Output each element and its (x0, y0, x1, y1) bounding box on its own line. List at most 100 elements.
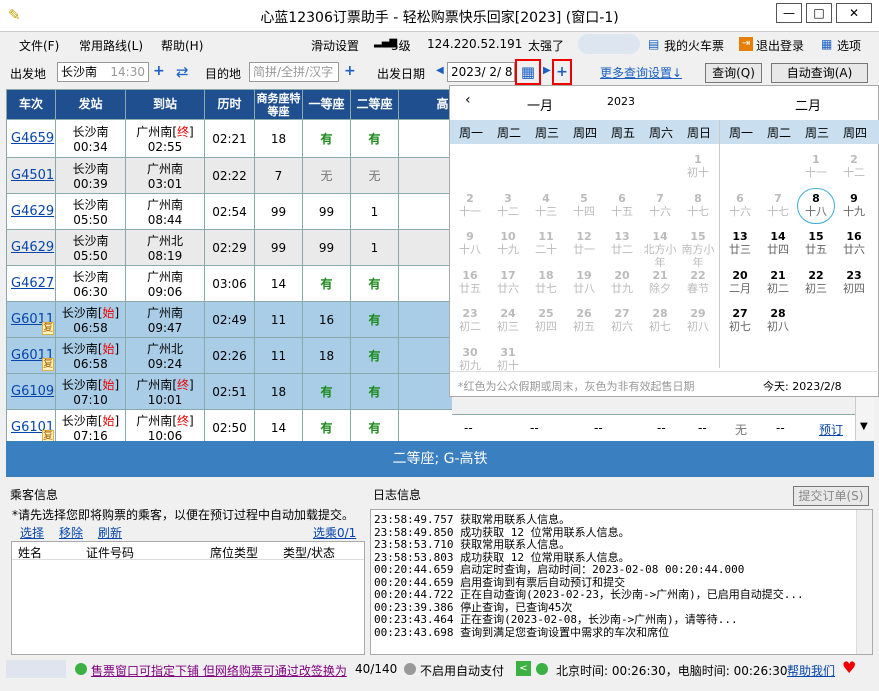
calendar-day[interactable]: 6 十五 (603, 192, 641, 218)
book-link[interactable]: 预订 (819, 421, 843, 438)
calendar-day[interactable]: 2 十二 (835, 153, 873, 179)
calendar-day[interactable]: 5 十四 (565, 192, 603, 218)
passenger-count[interactable]: 选乘0/1 (313, 524, 356, 541)
calendar-day[interactable]: 10 十九 (489, 230, 527, 256)
calendar-day[interactable]: 30 初九 (451, 346, 489, 372)
table-row[interactable]: G6109 长沙南[始] 07:10 广州南[终] 10:01 02:51 18 有有 (6, 373, 452, 410)
business-seats[interactable]: 14 (254, 409, 303, 441)
col-from[interactable]: 发站 (55, 89, 126, 120)
business-seats[interactable]: 18 (254, 373, 303, 410)
autopay-status[interactable]: 不启用自动支付 (420, 662, 504, 679)
calendar-day[interactable]: 28 初八 (759, 307, 797, 333)
calendar-day[interactable]: 28 初七 (641, 307, 679, 333)
business-seats[interactable]: 18 (254, 119, 303, 158)
business-seats[interactable]: 99 (254, 193, 303, 230)
calendar-day[interactable]: 2 十一 (451, 192, 489, 218)
calendar-day[interactable]: 8 十七 (679, 192, 717, 218)
options-link[interactable]: 选项 (837, 37, 861, 54)
log-scrollbar[interactable] (856, 510, 872, 654)
first-class-seats[interactable]: 99 (302, 229, 351, 266)
maximize-button[interactable]: □ (806, 3, 832, 23)
col-more[interactable]: 高 (398, 89, 452, 120)
calendar-day[interactable]: 11 二十 (527, 230, 565, 256)
business-seats[interactable]: 99 (254, 229, 303, 266)
train-number-link[interactable]: G6109 (11, 384, 54, 399)
logout-link[interactable]: 退出登录 (756, 37, 804, 54)
from-station-input[interactable]: 长沙南 14:30 (57, 62, 149, 82)
calendar-day[interactable]: 22 初三 (797, 269, 835, 295)
calendar-day[interactable]: 20 二月 (721, 269, 759, 295)
calendar-day[interactable]: 14 北方小年 (641, 230, 679, 269)
calendar-day[interactable]: 17 廿六 (489, 269, 527, 295)
second-class-seats[interactable]: 无 (350, 157, 399, 194)
calendar-day[interactable]: 24 初三 (489, 307, 527, 333)
table-row[interactable]: G6101 复长沙南[始] 07:16 广州南[终] 10:06 02:50 14 有有 (6, 409, 452, 441)
add-date-button[interactable]: + (552, 59, 572, 85)
calendar-day[interactable]: 4 十三 (527, 192, 565, 218)
calendar-icon[interactable]: ▦ (515, 59, 541, 85)
table-row[interactable]: G4501 长沙南 00:39 广州南 03:01 02:22 7 无无 (6, 157, 452, 194)
menu-file[interactable]: 文件(F) (19, 37, 59, 54)
first-class-seats[interactable]: 99 (302, 193, 351, 230)
calendar-day[interactable]: 27 初七 (721, 307, 759, 333)
heart-icon[interactable]: ♥ (842, 658, 856, 677)
second-class-seats[interactable]: 有 (350, 301, 399, 338)
calendar-day[interactable]: 15 廿五 (797, 230, 835, 256)
table-row[interactable]: G6011 复长沙南[始] 06:58 广州北 09:24 02:26 11 18 有 (6, 337, 452, 374)
calendar-day[interactable]: 13 廿二 (603, 230, 641, 256)
select-passenger-link[interactable]: 选择 (20, 524, 44, 541)
marquee-notice[interactable]: 售票窗口可指定下铺 但网络购票可通过改签换为 (91, 662, 350, 679)
share-icon[interactable]: < (516, 661, 531, 676)
calendar-day[interactable]: 12 廿一 (565, 230, 603, 256)
business-seats[interactable]: 11 (254, 337, 303, 374)
my-tickets-link[interactable]: 我的火车票 (664, 37, 724, 54)
calendar-day[interactable]: 31 初十 (489, 346, 527, 372)
col-second[interactable]: 二等座 (350, 89, 399, 120)
second-class-seats[interactable]: 1 (350, 229, 399, 266)
calendar-day[interactable]: 13 廿三 (721, 230, 759, 256)
prev-month-icon[interactable]: ‹ (465, 92, 471, 108)
more-settings-link[interactable]: 更多查询设置↓ (600, 64, 682, 81)
calendar-day[interactable]: 6 十六 (721, 192, 759, 218)
calendar-day[interactable]: 23 初二 (451, 307, 489, 333)
minimize-button[interactable]: — (776, 3, 802, 23)
train-number-link[interactable]: G4629 (11, 204, 54, 219)
calendar-day[interactable]: 21 初二 (759, 269, 797, 295)
scroll-down-icon[interactable]: ▼ (860, 421, 868, 432)
col-business[interactable]: 商务座特等座 (254, 89, 303, 120)
remove-passenger-link[interactable]: 移除 (59, 524, 83, 541)
second-class-seats[interactable]: 有 (350, 265, 399, 302)
calendar-day[interactable]: 9 十八 (451, 230, 489, 256)
first-class-seats[interactable]: 有 (302, 265, 351, 302)
train-number-link[interactable]: G4627 (11, 276, 54, 291)
table-row[interactable]: G4629 长沙南 05:50 广州南 08:44 02:54 99 99 1 (6, 193, 452, 230)
query-button[interactable]: 查询(Q) (705, 63, 762, 83)
menu-help[interactable]: 帮助(H) (161, 37, 203, 54)
today-label[interactable]: 今天: 2023/2/8 (763, 378, 842, 394)
second-class-seats[interactable]: 有 (350, 119, 399, 158)
first-class-seats[interactable]: 有 (302, 119, 351, 158)
second-class-seats[interactable]: 1 (350, 193, 399, 230)
slide-settings-link[interactable]: 滑动设置 (311, 37, 359, 54)
calendar-day[interactable]: 7 十六 (641, 192, 679, 218)
calendar-day[interactable]: 7 十七 (759, 192, 797, 218)
calendar-day[interactable]: 15 南方小年 (679, 230, 717, 269)
calendar-day[interactable]: 27 初六 (603, 307, 641, 333)
col-to[interactable]: 到站 (125, 89, 205, 120)
train-number-link[interactable]: G4659 (11, 131, 54, 146)
calendar-day[interactable]: 26 初五 (565, 307, 603, 333)
train-number-link[interactable]: G4501 (11, 168, 54, 183)
calendar-day[interactable]: 1 十一 (797, 153, 835, 179)
business-seats[interactable]: 7 (254, 157, 303, 194)
swap-stations-icon[interactable]: ⇄ (176, 63, 189, 81)
second-class-seats[interactable]: 有 (350, 409, 399, 441)
col-duration[interactable]: 历时 (204, 89, 255, 120)
menu-routes[interactable]: 常用路线(L) (79, 37, 143, 54)
first-class-seats[interactable]: 16 (302, 301, 351, 338)
add-to-button[interactable]: + (344, 63, 356, 79)
business-seats[interactable]: 11 (254, 301, 303, 338)
train-number-link[interactable]: G4629 (11, 240, 54, 255)
calendar-day[interactable]: 18 廿七 (527, 269, 565, 295)
date-input[interactable]: 2023/ 2/ 8 (447, 62, 515, 82)
business-seats[interactable]: 14 (254, 265, 303, 302)
